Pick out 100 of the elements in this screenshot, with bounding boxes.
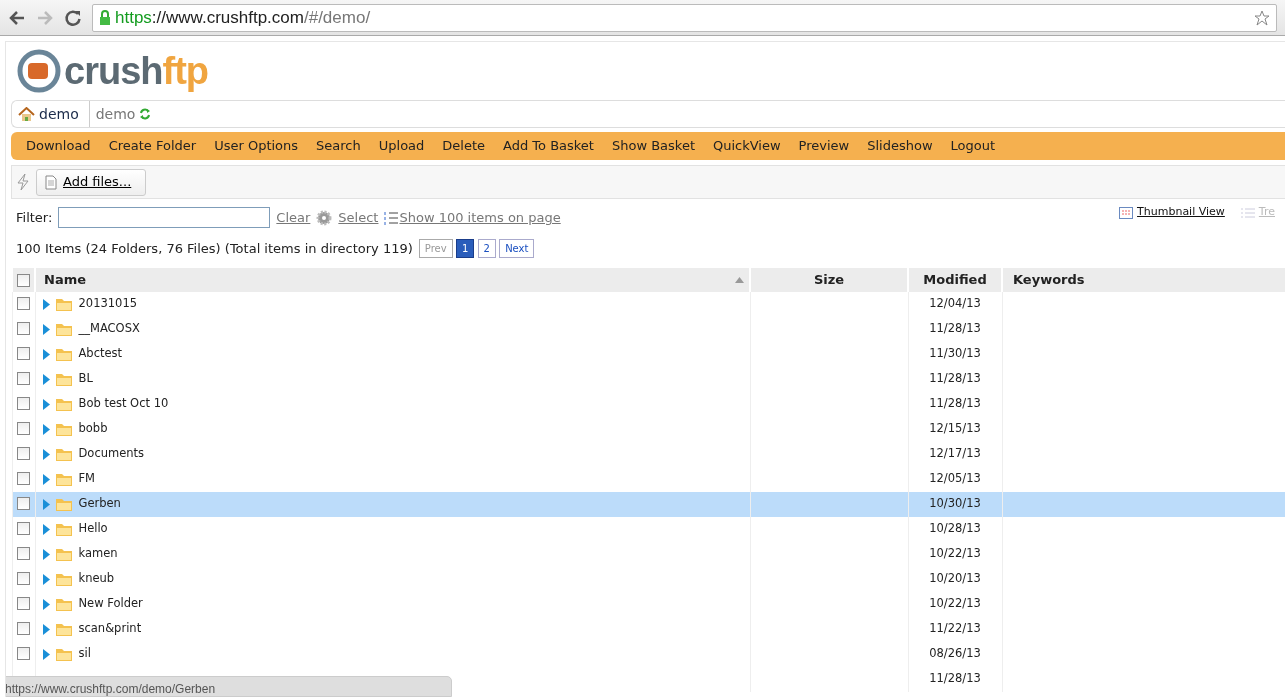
- refresh-icon[interactable]: [139, 108, 152, 120]
- expand-icon[interactable]: [41, 473, 50, 485]
- column-header[interactable]: Modified: [908, 267, 1002, 292]
- menu-item[interactable]: Upload: [369, 136, 434, 156]
- file-name[interactable]: bobb: [78, 420, 108, 438]
- column-header[interactable]: Keywords: [1002, 267, 1285, 292]
- expand-icon[interactable]: [41, 323, 50, 335]
- status-bar: https://www.crushftp.com/demo/Gerben: [6, 676, 452, 697]
- modified-date: 10/30/13: [929, 496, 981, 511]
- row-checkbox[interactable]: [17, 622, 30, 636]
- modified-date: 10/22/13: [929, 596, 981, 611]
- file-name[interactable]: 20131015: [78, 295, 138, 313]
- filter-label: Filter:: [16, 208, 53, 227]
- row-checkbox[interactable]: [17, 447, 30, 461]
- menu-item[interactable]: User Options: [205, 136, 308, 156]
- menu-item[interactable]: Delete: [433, 136, 495, 156]
- filter-field[interactable]: [58, 207, 271, 228]
- row-checkbox[interactable]: [17, 297, 30, 311]
- add-files-button[interactable]: Add files...: [36, 168, 147, 196]
- row-checkbox[interactable]: [17, 572, 30, 586]
- star-icon[interactable]: [1254, 9, 1270, 26]
- pagination-button[interactable]: Next: [499, 239, 535, 259]
- expand-icon[interactable]: [41, 423, 50, 435]
- breadcrumb-link[interactable]: demo: [39, 103, 79, 125]
- row-checkbox[interactable]: [17, 472, 30, 486]
- folder-icon: [56, 297, 72, 311]
- folder-icon: [56, 447, 72, 461]
- row-checkbox[interactable]: [17, 497, 30, 511]
- file-name[interactable]: Gerben: [78, 495, 121, 513]
- menu-item[interactable]: Create Folder: [99, 136, 206, 156]
- file-name[interactable]: New Folder: [78, 595, 143, 613]
- menu-item[interactable]: Logout: [941, 136, 1005, 156]
- folder-icon: [56, 572, 72, 586]
- column-header[interactable]: Size: [750, 267, 908, 292]
- folder-icon: [56, 647, 72, 661]
- modified-date: 11/22/13: [929, 621, 981, 636]
- folder-icon: [56, 522, 72, 536]
- menu-item[interactable]: Slideshow: [858, 136, 942, 156]
- menu-item[interactable]: Add To Basket: [494, 136, 603, 156]
- file-name[interactable]: scan&print: [78, 620, 142, 638]
- numbered-list-icon[interactable]: [384, 210, 399, 225]
- file-name[interactable]: BL: [78, 370, 93, 388]
- file-name[interactable]: sil: [78, 645, 91, 663]
- row-checkbox[interactable]: [17, 547, 30, 561]
- row-checkbox[interactable]: [17, 372, 30, 386]
- expand-icon[interactable]: [41, 398, 50, 410]
- modified-date: 11/28/13: [929, 671, 981, 686]
- select-all-checkbox[interactable]: [17, 273, 30, 287]
- lightning-icon[interactable]: [16, 173, 30, 191]
- expand-icon[interactable]: [41, 523, 50, 535]
- menu-item[interactable]: QuickView: [704, 136, 790, 156]
- expand-icon[interactable]: [41, 598, 50, 610]
- column-header[interactable]: Name: [35, 267, 750, 292]
- row-checkbox[interactable]: [17, 347, 30, 361]
- menu-item[interactable]: Download: [17, 136, 100, 156]
- expand-icon[interactable]: [41, 373, 50, 385]
- file-name[interactable]: kneub: [78, 570, 115, 588]
- file-name[interactable]: Bob test Oct 10: [78, 395, 169, 413]
- pagination-button[interactable]: 1: [455, 239, 475, 259]
- folder-icon: [56, 322, 72, 336]
- menu-item[interactable]: Show Basket: [602, 136, 704, 156]
- file-name[interactable]: kamen: [78, 545, 118, 563]
- expand-icon[interactable]: [41, 498, 50, 510]
- reload-icon[interactable]: [64, 8, 82, 27]
- clear-link[interactable]: Clear: [276, 207, 311, 228]
- address-bar[interactable]: https://www.crushftp.com/#/demo/: [92, 3, 1277, 32]
- folder-icon: [56, 397, 72, 411]
- file-name[interactable]: __MACOSX: [78, 320, 140, 338]
- logo-icon: [16, 48, 62, 94]
- view-link[interactable]: Thumbnail View: [1137, 204, 1225, 221]
- folder-icon: [56, 422, 72, 436]
- file-name[interactable]: Hello: [78, 520, 108, 538]
- sort-icon[interactable]: [735, 276, 744, 283]
- row-checkbox[interactable]: [17, 597, 30, 611]
- expand-icon[interactable]: [41, 573, 50, 585]
- expand-icon[interactable]: [41, 298, 50, 310]
- expand-icon[interactable]: [41, 623, 50, 635]
- row-checkbox[interactable]: [17, 397, 30, 411]
- pagination-button[interactable]: 2: [477, 239, 496, 259]
- select-link[interactable]: Select: [338, 207, 379, 228]
- file-name[interactable]: Abctest: [78, 345, 123, 363]
- file-name[interactable]: FM: [78, 470, 96, 488]
- document-icon: [45, 174, 57, 190]
- expand-icon[interactable]: [41, 548, 50, 560]
- folder-icon: [56, 597, 72, 611]
- show-items-link[interactable]: Show 100 items on page: [399, 207, 561, 228]
- row-checkbox[interactable]: [17, 322, 30, 336]
- items-summary: 100 Items (24 Folders, 76 Files) (Total items in directory 119): [16, 240, 413, 258]
- menu-item[interactable]: Preview: [789, 136, 859, 156]
- file-name[interactable]: Documents: [78, 445, 145, 463]
- expand-icon[interactable]: [41, 448, 50, 460]
- logo-text: crushftp: [64, 52, 208, 90]
- menu-item[interactable]: Search: [307, 136, 370, 156]
- row-checkbox[interactable]: [17, 522, 30, 536]
- back-icon[interactable]: [8, 8, 26, 27]
- gear-icon[interactable]: [316, 209, 333, 226]
- expand-icon[interactable]: [41, 348, 50, 360]
- expand-icon[interactable]: [41, 648, 50, 660]
- row-checkbox[interactable]: [17, 647, 30, 661]
- row-checkbox[interactable]: [17, 422, 30, 436]
